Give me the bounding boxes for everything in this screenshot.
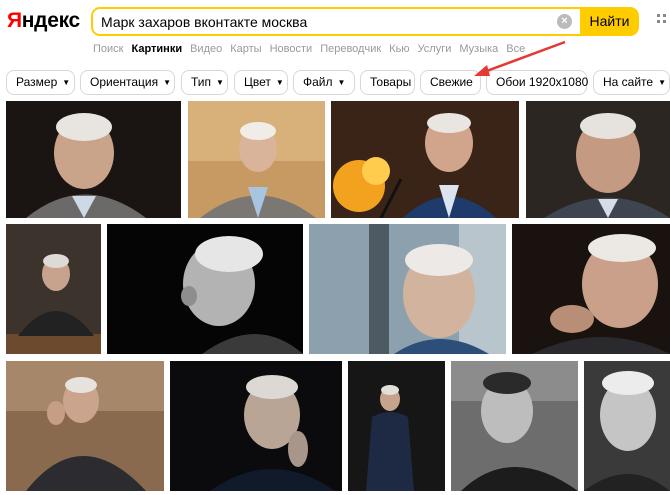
image-thumbnail[interactable] <box>170 361 342 491</box>
portrait-image <box>6 224 101 354</box>
portrait-image <box>526 101 670 218</box>
portrait-image <box>188 101 325 218</box>
services-nav: Поиск Картинки Видео Карты Новости Переводчик… <box>93 43 533 55</box>
service-uslugi[interactable]: Услуги <box>418 43 452 55</box>
file-filter[interactable]: Файл ▼ <box>293 70 355 95</box>
image-thumbnail[interactable] <box>331 101 519 218</box>
chevron-down-icon: ▼ <box>337 78 346 87</box>
service-images[interactable]: Картинки <box>131 43 182 55</box>
chevron-down-icon: ▼ <box>658 78 667 87</box>
fresh-filter[interactable]: Свежие <box>420 70 481 95</box>
portrait-image <box>512 224 670 354</box>
close-icon[interactable]: × <box>557 14 572 29</box>
chevron-down-icon: ▼ <box>216 78 224 87</box>
size-filter[interactable]: Размер ▼ <box>6 70 75 95</box>
image-thumbnail[interactable] <box>6 101 181 218</box>
portrait-image <box>6 101 181 218</box>
on-site-filter[interactable]: На сайте ▼ <box>593 70 670 95</box>
portrait-image <box>348 361 445 491</box>
image-thumbnail[interactable] <box>188 101 325 218</box>
service-music[interactable]: Музыка <box>459 43 498 55</box>
search-box: × Найти <box>91 7 639 36</box>
goods-filter[interactable]: Товары <box>360 70 415 95</box>
orientation-filter[interactable]: Ориентация ▼ <box>80 70 175 95</box>
find-button[interactable]: Найти <box>580 7 639 36</box>
portrait-image <box>170 361 342 491</box>
image-thumbnail[interactable] <box>584 361 670 491</box>
portrait-image <box>451 361 578 491</box>
service-maps[interactable]: Карты <box>230 43 261 55</box>
chevron-down-icon: ▼ <box>275 78 284 87</box>
search-input[interactable] <box>101 12 551 32</box>
image-thumbnail[interactable] <box>526 101 670 218</box>
image-thumbnail[interactable] <box>309 224 506 354</box>
type-filter[interactable]: Тип ▼ <box>181 70 228 95</box>
image-thumbnail[interactable] <box>107 224 303 354</box>
image-thumbnail[interactable] <box>348 361 445 491</box>
service-q[interactable]: Кью <box>389 43 409 55</box>
portrait-image <box>584 361 670 491</box>
chevron-down-icon: ▼ <box>62 78 71 87</box>
service-video[interactable]: Видео <box>190 43 222 55</box>
wallpaper-filter[interactable]: Обои 1920x1080 <box>486 70 588 95</box>
chevron-down-icon: ▼ <box>163 78 172 87</box>
color-filter[interactable]: Цвет ▼ <box>234 70 288 95</box>
apps-icon[interactable] <box>655 11 670 31</box>
portrait-image <box>107 224 303 354</box>
yandex-logo[interactable]: Яндекс <box>7 9 80 33</box>
image-thumbnail[interactable] <box>6 224 101 354</box>
service-search[interactable]: Поиск <box>93 43 123 55</box>
portrait-image <box>309 224 506 354</box>
service-news[interactable]: Новости <box>270 43 313 55</box>
image-thumbnail[interactable] <box>512 224 670 354</box>
service-all[interactable]: Все <box>506 43 525 55</box>
service-translate[interactable]: Переводчик <box>320 43 381 55</box>
image-thumbnail[interactable] <box>6 361 164 491</box>
portrait-image <box>331 101 519 218</box>
image-thumbnail[interactable] <box>451 361 578 491</box>
portrait-image <box>6 361 164 491</box>
